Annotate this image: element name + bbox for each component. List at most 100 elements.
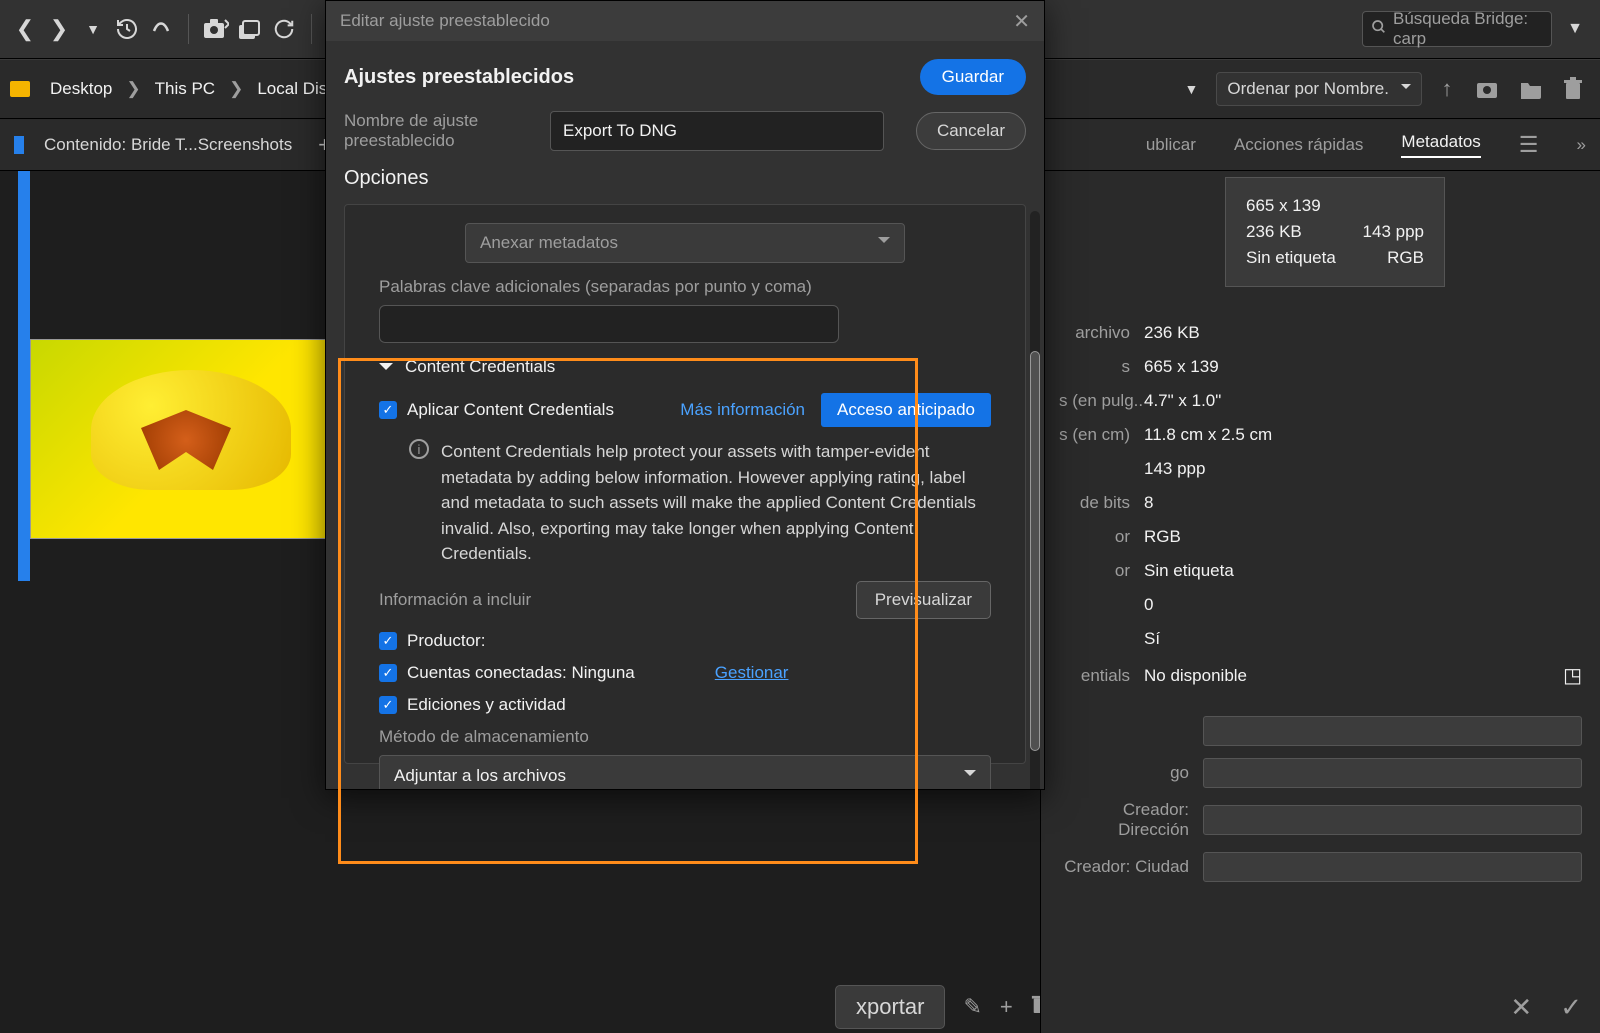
manage-link[interactable]: Gestionar [715,663,789,683]
dialog-name-row: Nombre de ajuste preestablecido Export T… [344,111,1026,151]
meta-row: orSin etiqueta [1059,561,1582,581]
edits-checkbox[interactable]: ✓ [379,696,397,714]
producer-label: Productor: [407,631,485,651]
cancel-edit-icon[interactable]: ✕ [1510,992,1532,1023]
keywords-label: Palabras clave adicionales (separadas po… [379,277,991,297]
storage-select[interactable]: Adjuntar a los archivos [379,755,991,790]
right-panel-tabs: ublicar Acciones rápidas Metadatos ☰ » [1146,132,1586,158]
preview-button[interactable]: Previsualizar [856,581,991,619]
storage-value: Adjuntar a los archivos [394,766,566,786]
more-info-link[interactable]: Más información [680,400,805,420]
form-row: Creador: Dirección [1059,800,1582,840]
chevron-down-icon [379,363,393,377]
publish-tab[interactable]: ublicar [1146,135,1196,155]
form-input[interactable] [1203,758,1582,788]
crumb[interactable]: This PC [155,79,215,99]
metadata-footer: ✕ ✓ [1510,992,1582,1023]
edit-preset-icon[interactable]: ✎ [963,994,981,1020]
sort-select[interactable]: Ordenar por Nombre. [1216,72,1422,106]
dialog-scrollbar[interactable] [1030,211,1040,789]
options-panel: Anexar metadatos Palabras clave adiciona… [344,204,1026,764]
more-tabs-icon[interactable]: » [1577,135,1586,155]
keywords-input[interactable] [379,305,839,343]
save-button[interactable]: Guardar [920,59,1026,95]
form-row [1059,716,1582,746]
search-menu-icon[interactable]: ▼ [1558,12,1592,46]
form-input[interactable] [1203,716,1582,746]
stack-icon[interactable] [233,12,267,46]
metadata-tab[interactable]: Metadatos [1401,132,1480,158]
metadata-panel: 665 x 139 236 KB143 ppp Sin etiquetaRGB … [1040,171,1600,1033]
meta-row: s (en cm)11.8 cm x 2.5 cm [1059,425,1582,445]
apply-cc-label: Aplicar Content Credentials [407,400,614,420]
export-button[interactable]: xportar [835,985,945,1029]
producer-row: ✓ Productor: [379,631,991,651]
chevron-right-icon: ❯ [229,79,243,99]
refresh-icon[interactable] [267,12,301,46]
camera-import-icon[interactable] [199,12,233,46]
scrollbar-thumb[interactable] [1030,351,1040,751]
toolbar-separator [311,14,312,44]
thumbnail-wrapper [20,199,340,539]
meta-row: orRGB [1059,527,1582,547]
meta-row: 143 ppp [1059,459,1582,479]
sort-asc-icon[interactable]: ↑ [1430,72,1464,106]
form-input[interactable] [1203,852,1582,882]
close-icon[interactable]: ✕ [1013,9,1030,34]
recent-dropdown-icon[interactable]: ▼ [76,12,110,46]
tooltip-dpi: 143 ppp [1363,222,1424,242]
cancel-button[interactable]: Cancelar [916,112,1026,150]
storage-label: Método de almacenamiento [379,727,991,747]
forward-icon[interactable]: ❯ [42,12,76,46]
content-credentials-header[interactable]: Content Credentials [379,357,991,377]
popout-icon[interactable]: ◳ [1563,663,1582,688]
meta-row: entialsNo disponible ◳ [1059,663,1582,688]
history-icon[interactable] [110,12,144,46]
add-preset-icon[interactable]: + [1000,994,1013,1020]
preset-name-value: Export To DNG [563,121,677,141]
meta-row: de bits8 [1059,493,1582,513]
meta-row: Sí [1059,629,1582,649]
early-access-badge[interactable]: Acceso anticipado [821,393,991,427]
back-icon[interactable]: ❮ [8,12,42,46]
preset-name-input[interactable]: Export To DNG [550,111,884,151]
search-icon [1371,19,1387,40]
meta-row: 0 [1059,595,1582,615]
export-footer: xportar ✎ + [835,985,1049,1029]
form-row: Creador: Ciudad [1059,852,1582,882]
producer-checkbox[interactable]: ✓ [379,632,397,650]
active-tab-indicator [14,136,24,154]
quick-actions-tab[interactable]: Acciones rápidas [1234,135,1363,155]
filter-dropdown-icon[interactable]: ▼ [1174,72,1208,106]
folder-icon [10,81,30,97]
options-heading: Opciones [344,167,1026,190]
dialog-header-row: Ajustes preestablecidos Guardar [344,59,1026,95]
search-input[interactable]: Búsqueda Bridge: carp [1362,11,1552,47]
info-icon: i [409,439,429,459]
append-metadata-select[interactable]: Anexar metadatos [465,223,905,263]
new-folder-icon[interactable] [1514,72,1548,106]
info-tooltip: 665 x 139 236 KB143 ppp Sin etiquetaRGB [1225,177,1445,287]
open-camera-raw-icon[interactable] [1472,72,1506,106]
boomerang-icon[interactable] [144,12,178,46]
delete-icon[interactable] [1556,72,1590,106]
tooltip-label: Sin etiqueta [1246,248,1336,268]
toolbar-separator [188,14,189,44]
panel-menu-icon[interactable]: ☰ [1519,132,1539,158]
selection-indicator [18,171,30,581]
search-placeholder: Búsqueda Bridge: carp [1393,9,1543,49]
crumb[interactable]: Desktop [50,79,112,99]
cc-description: Content Credentials help protect your as… [441,439,991,567]
presets-heading: Ajustes preestablecidos [344,66,574,89]
apply-edit-icon[interactable]: ✓ [1560,992,1582,1023]
form-row: go [1059,758,1582,788]
edit-preset-dialog: Editar ajuste preestablecido ✕ Ajustes p… [325,0,1045,790]
accounts-checkbox[interactable]: ✓ [379,664,397,682]
metadata-list: archivo236 KB s665 x 139 s (en pulg...4.… [1059,323,1582,688]
tooltip-size: 236 KB [1246,222,1302,242]
apply-cc-checkbox[interactable]: ✓ [379,401,397,419]
tooltip-dims: 665 x 139 [1246,196,1321,216]
image-thumbnail[interactable] [30,339,330,539]
form-input[interactable] [1203,805,1582,835]
content-tab[interactable]: Contenido: Bride T...Screenshots [44,135,292,155]
